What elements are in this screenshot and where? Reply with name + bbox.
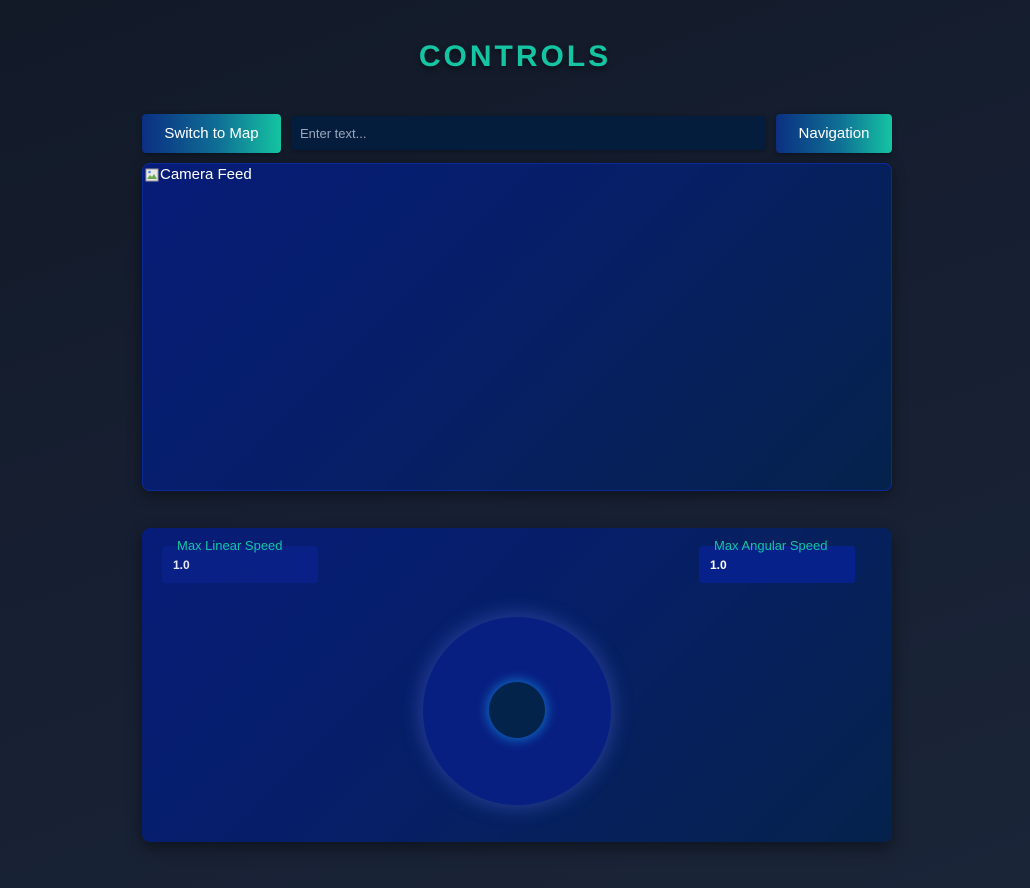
joystick-knob[interactable] [489,682,545,738]
camera-feed-panel: Camera Feed [142,163,892,491]
max-linear-speed-label: Max Linear Speed [177,538,283,553]
navigation-button[interactable]: Navigation [776,114,892,153]
camera-feed-alt-text: Camera Feed [160,166,252,183]
page-title: CONTROLS [418,40,612,73]
max-angular-speed-label: Max Angular Speed [714,538,828,553]
joystick-base[interactable] [423,617,611,805]
switch-to-map-button[interactable]: Switch to Map [142,114,281,153]
control-panel: 1.0 Max Linear Speed 1.0 Max Angular Spe… [142,528,892,842]
camera-feed-image: Camera Feed [145,166,252,183]
text-input[interactable] [291,116,766,150]
broken-image-icon [145,168,159,182]
